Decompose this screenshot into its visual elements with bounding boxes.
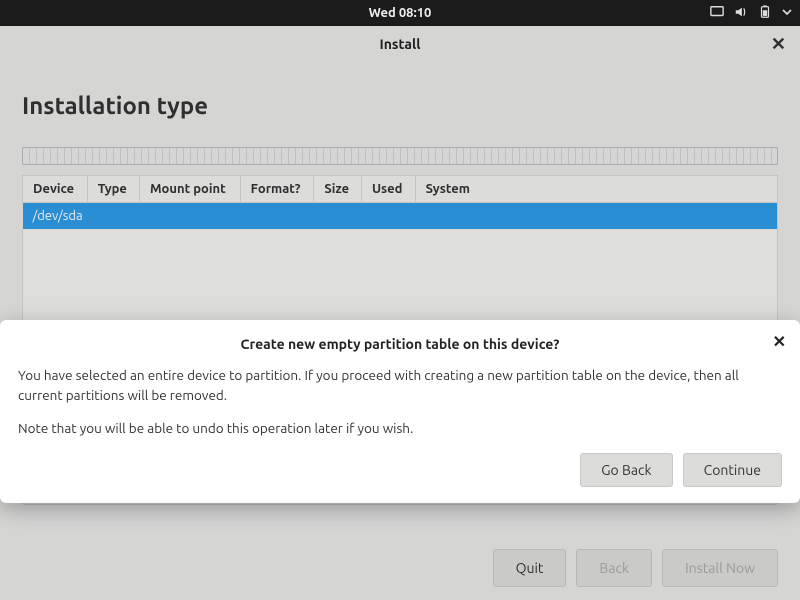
chevron-down-icon — [782, 6, 792, 20]
screen-icon — [710, 5, 724, 22]
gnome-topbar: Wed 08:10 — [0, 0, 800, 26]
dialog-close-button[interactable]: ✕ — [773, 332, 786, 351]
dialog-text-1: You have selected an entire device to pa… — [18, 366, 782, 405]
dialog-actions: Go Back Continue — [18, 453, 782, 487]
clock: Wed 08:10 — [369, 6, 432, 20]
confirm-dialog: ✕ Create new empty partition table on th… — [0, 320, 800, 503]
volume-icon — [734, 5, 748, 22]
go-back-button[interactable]: Go Back — [580, 453, 672, 487]
dialog-text-2: Note that you will be able to undo this … — [18, 419, 782, 439]
installer-window: Install ✕ Installation type Device Type … — [0, 26, 800, 600]
dialog-title: Create new empty partition table on this… — [18, 336, 782, 352]
continue-button[interactable]: Continue — [683, 453, 782, 487]
battery-icon — [758, 5, 772, 22]
system-tray[interactable] — [710, 0, 792, 26]
dialog-body: You have selected an entire device to pa… — [18, 366, 782, 439]
modal-backdrop — [0, 26, 800, 600]
